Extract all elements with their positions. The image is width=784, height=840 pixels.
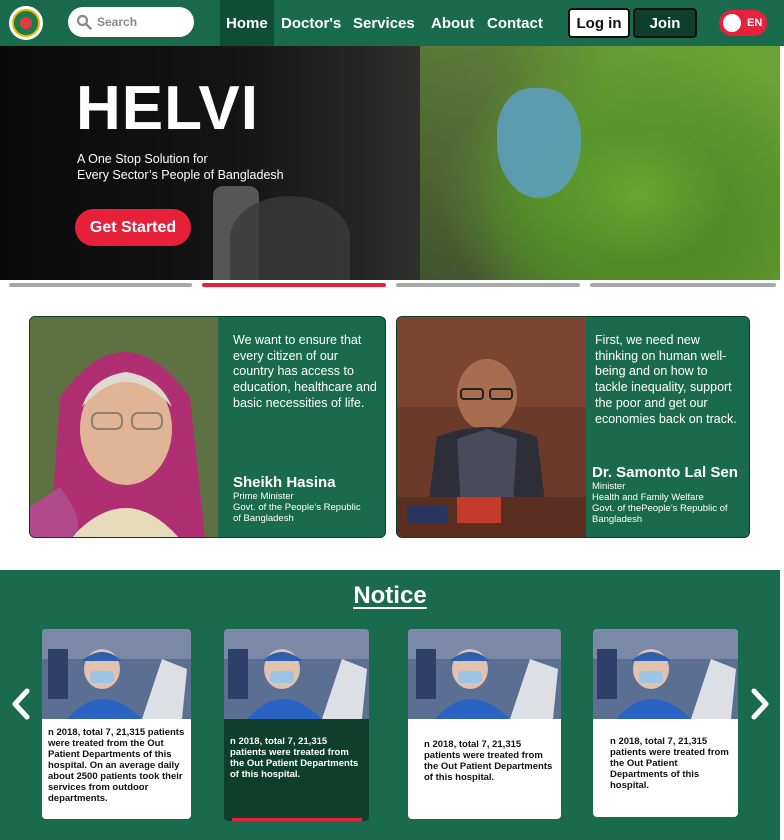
nav-contact[interactable]: Contact [487,0,543,46]
notice-title: Notice [353,582,427,609]
hero-subtitle: A One Stop Solution for Every Sector’s P… [77,151,284,183]
notice-section: Notice n 2018, total 7, 21,315 patients … [0,570,780,840]
notice-card[interactable]: n 2018, total 7, 21,315 patients were tr… [42,629,191,819]
get-started-button[interactable]: Get Started [75,209,191,246]
leader-role-line3: of Bangladesh [233,513,294,524]
slide-indicator-4[interactable] [590,283,776,287]
leader-card-prime-minister: We want to ensure that every citizen of … [29,316,386,538]
language-label: EN [747,17,763,29]
notice-card-image [408,629,561,719]
leader-quote: We want to ensure that every citizen of … [233,333,377,410]
nav-doctors[interactable]: Doctor's [281,0,341,46]
leader-role-line1: Prime Minister [233,491,294,502]
leader-role-line3: Govt. of thePeople’s Republic of Banglad… [592,503,728,525]
leader-name: Dr. Samonto Lal Sen [592,464,738,481]
leader-photo [397,317,586,537]
search-icon [76,14,92,30]
leader-role-line1: Minister [592,481,626,492]
hero-photo-mask [497,88,581,198]
leader-name: Sheikh Hasina [233,474,336,491]
join-button[interactable]: Join [633,8,697,38]
portrait-image [30,317,218,537]
notice-card-active[interactable]: n 2018, total 7, 21,315 patients were tr… [224,629,369,821]
hero-photo-scarf [420,46,780,280]
slide-indicator-3[interactable] [396,283,580,287]
hero-title: HELVI [76,74,259,143]
notice-card-image [42,629,191,719]
leader-photo [30,317,218,537]
notice-card-image [593,629,738,719]
login-button[interactable]: Log in [568,8,630,38]
hero-subtitle-line1: A One Stop Solution for [77,152,208,166]
notice-card-text: n 2018, total 7, 21,315 patients were tr… [424,739,553,783]
search-input[interactable] [97,15,187,29]
leader-card-health-minister: First, we need new thinking on human wel… [396,316,750,538]
portrait-image [397,317,586,537]
carousel-prev-button[interactable] [10,688,32,728]
nav-home[interactable]: Home [220,0,274,46]
chevron-right-icon [751,688,769,720]
notice-card-text: n 2018, total 7, 21,315 patients were tr… [230,736,359,780]
nav-about[interactable]: About [431,0,474,46]
slide-indicator-1[interactable] [9,283,192,287]
hero-subtitle-line2: Every Sector’s People of Bangladesh [77,168,284,182]
leader-role-line2: Govt. of the People’s Republic [233,502,361,513]
toggle-knob [723,14,741,32]
search-box[interactable] [68,7,194,37]
govt-logo[interactable] [7,4,45,42]
notice-card-text: n 2018, total 7, 21,315 patients were tr… [610,736,729,791]
notice-card[interactable]: n 2018, total 7, 21,315 patients were tr… [408,629,561,819]
carousel-next-button[interactable] [749,688,771,728]
top-navbar: Home Doctor's Services About Contact Log… [0,0,784,46]
language-toggle[interactable]: EN [719,10,767,36]
leader-role-line2: Health and Family Welfare [592,492,704,503]
slide-indicator-2[interactable] [202,283,386,287]
nav-services[interactable]: Services [353,0,415,46]
notice-card-image [224,629,369,719]
notice-card[interactable]: n 2018, total 7, 21,315 patients were tr… [593,629,738,817]
notice-card-text: n 2018, total 7, 21,315 patients were tr… [48,727,185,804]
active-card-indicator [232,818,362,821]
hero-photo-hand [230,196,350,280]
leader-quote: First, we need new thinking on human wel… [595,333,737,426]
chevron-left-icon [12,688,30,720]
logo-emblem-icon [12,9,40,37]
